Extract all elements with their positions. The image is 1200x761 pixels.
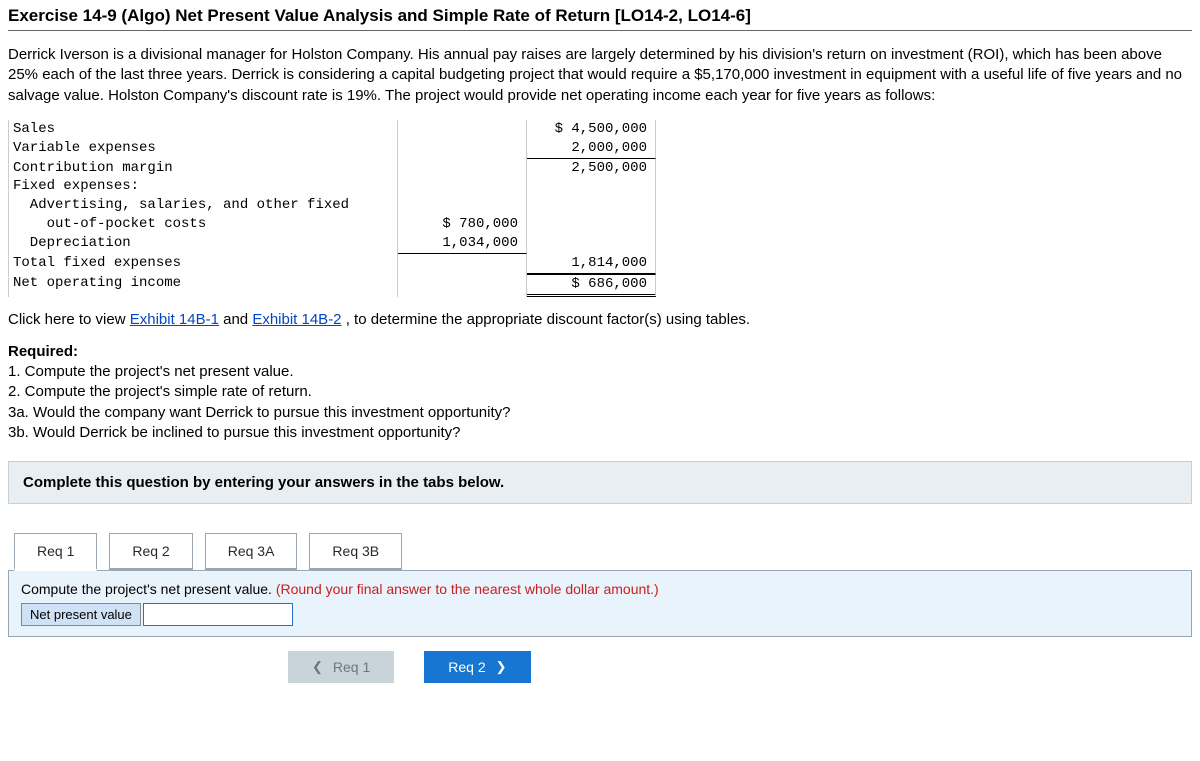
required-header: Required: bbox=[8, 342, 1192, 362]
tabs-row: Req 1 Req 2 Req 3A Req 3B bbox=[8, 532, 1192, 571]
tab-req1[interactable]: Req 1 bbox=[14, 533, 97, 571]
blank bbox=[398, 177, 527, 196]
prev-button-label: Req 1 bbox=[333, 659, 370, 675]
prev-button[interactable]: ❮ Req 1 bbox=[288, 651, 394, 683]
blank bbox=[527, 234, 656, 254]
chevron-left-icon: ❮ bbox=[312, 659, 323, 675]
exercise-title: Exercise 14-9 (Algo) Net Present Value A… bbox=[8, 6, 1192, 31]
blank bbox=[398, 159, 527, 178]
blank bbox=[398, 120, 527, 139]
required-3b: 3b. Would Derrick be inclined to pursue … bbox=[8, 423, 1192, 443]
oop-value: $ 780,000 bbox=[398, 215, 527, 234]
blank bbox=[398, 196, 527, 215]
varex-label: Variable expenses bbox=[8, 139, 398, 159]
tfe-label: Total fixed expenses bbox=[8, 254, 398, 274]
tfe-value: 1,814,000 bbox=[527, 254, 656, 274]
panel-prompt-note: (Round your final answer to the nearest … bbox=[276, 581, 659, 597]
tabs-instruction: Complete this question by entering your … bbox=[8, 461, 1192, 504]
next-button[interactable]: Req 2 ❯ bbox=[424, 651, 530, 683]
npv-row-label: Net present value bbox=[21, 603, 141, 626]
blank bbox=[527, 215, 656, 234]
exhibit-links-line: Click here to view Exhibit 14B-1 and Exh… bbox=[8, 311, 1192, 328]
blank bbox=[398, 254, 527, 274]
sales-value: $ 4,500,000 bbox=[527, 120, 656, 139]
panel-prompt: Compute the project's net present value. bbox=[21, 581, 276, 597]
required-2: 2. Compute the project's simple rate of … bbox=[8, 382, 1192, 402]
blank bbox=[398, 139, 527, 159]
income-statement: Sales $ 4,500,000 Variable expenses 2,00… bbox=[8, 120, 1192, 297]
exhibit-14b-1-link[interactable]: Exhibit 14B-1 bbox=[130, 311, 219, 328]
blank bbox=[398, 274, 527, 297]
sales-label: Sales bbox=[8, 120, 398, 139]
dep-value: 1,034,000 bbox=[398, 234, 527, 254]
dep-label: Depreciation bbox=[8, 234, 398, 254]
npv-input[interactable] bbox=[143, 603, 293, 626]
blank bbox=[527, 196, 656, 215]
cm-label: Contribution margin bbox=[8, 159, 398, 178]
varex-value: 2,000,000 bbox=[527, 139, 656, 159]
noi-label: Net operating income bbox=[8, 274, 398, 297]
tab-panel-req1: Compute the project's net present value.… bbox=[8, 571, 1192, 637]
next-button-label: Req 2 bbox=[448, 659, 485, 675]
problem-intro: Derrick Iverson is a divisional manager … bbox=[8, 45, 1188, 106]
required-1: 1. Compute the project's net present val… bbox=[8, 362, 1192, 382]
pager: ❮ Req 1 Req 2 ❯ bbox=[288, 651, 1192, 683]
chevron-right-icon: ❯ bbox=[496, 659, 507, 675]
text: , to determine the appropriate discount … bbox=[346, 311, 750, 328]
text: and bbox=[223, 311, 252, 328]
tab-req3b[interactable]: Req 3B bbox=[309, 533, 402, 571]
noi-value: $ 686,000 bbox=[527, 274, 656, 297]
fixed-header: Fixed expenses: bbox=[8, 177, 398, 196]
exhibit-14b-2-link[interactable]: Exhibit 14B-2 bbox=[252, 311, 341, 328]
tab-req2[interactable]: Req 2 bbox=[109, 533, 192, 571]
required-3a: 3a. Would the company want Derrick to pu… bbox=[8, 403, 1192, 423]
required-block: Required: 1. Compute the project's net p… bbox=[8, 342, 1192, 443]
adv-label: Advertising, salaries, and other fixed bbox=[8, 196, 398, 215]
oop-label: out-of-pocket costs bbox=[8, 215, 398, 234]
cm-value: 2,500,000 bbox=[527, 159, 656, 178]
tab-req3a[interactable]: Req 3A bbox=[205, 533, 298, 571]
blank bbox=[527, 177, 656, 196]
text: Click here to view bbox=[8, 311, 130, 328]
